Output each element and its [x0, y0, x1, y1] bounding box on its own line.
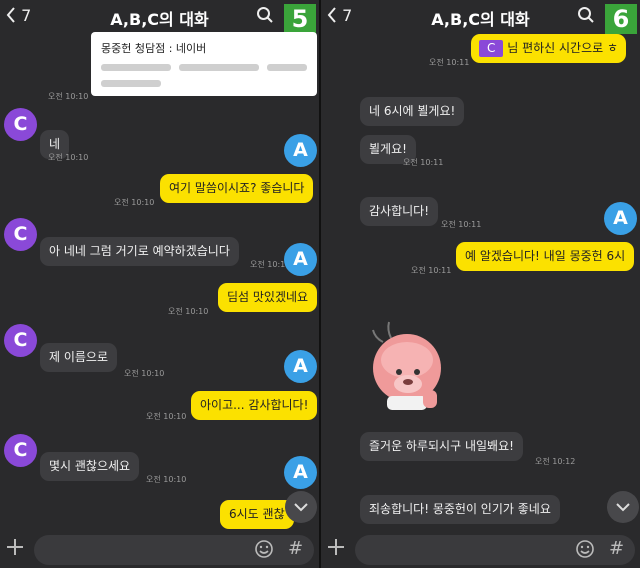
message-bubble: 딤섬 맛있겠네요 — [218, 283, 318, 312]
timestamp: 오전 10:10 — [114, 198, 155, 207]
link-preview-card[interactable]: 몽중헌 청담점 : 네이버 — [91, 32, 317, 96]
message-bubble: 6시도 괜찮 — [220, 500, 294, 529]
message-bubble: 아 네네 그럼 거기로 예약하겠습니다 — [40, 237, 239, 266]
step-badge: 6 — [605, 4, 637, 34]
avatar-a[interactable]: A — [284, 243, 317, 276]
avatar-c[interactable]: C — [4, 434, 37, 467]
message-bubble: 네 6시에 뵐게요! — [360, 97, 465, 126]
timestamp: 오전 10:10 — [168, 307, 209, 316]
message-bubble: C 님 편하신 시간으로 ㅎ — [471, 34, 627, 63]
timestamp: 오전 10:10 — [48, 92, 89, 101]
avatar-c[interactable]: C — [4, 218, 37, 251]
avatar-c[interactable]: C — [4, 108, 37, 141]
timestamp: 오전 10:11 — [441, 220, 482, 229]
timestamp: 오전 10:10 — [146, 412, 187, 421]
chat-header: 7 A,B,C의 대화 — [0, 0, 319, 36]
link-preview-title: 몽중헌 청담점 : 네이버 — [101, 42, 207, 55]
message-input[interactable]: # — [355, 535, 635, 565]
hashtag-button[interactable]: # — [288, 538, 303, 559]
message-bubble: 죄송합니다! 몽중헌이 인기가 좋네요 — [360, 495, 560, 524]
avatar-a[interactable]: A — [284, 350, 317, 383]
avatar-a[interactable]: A — [284, 456, 317, 489]
timestamp: 오전 10:10 — [124, 369, 165, 378]
blurred-text — [179, 64, 259, 71]
message-bubble: 아이고... 감사합니다! — [191, 391, 318, 420]
message-bubble: 제 이름으로 — [40, 343, 118, 372]
chevron-down-icon — [616, 503, 630, 512]
emoji-icon[interactable] — [254, 539, 274, 563]
timestamp: 오전 10:10 — [146, 475, 187, 484]
plus-icon[interactable] — [6, 538, 24, 560]
input-area: # — [321, 532, 640, 568]
message-text: 님 편하신 시간으로 ㅎ — [507, 41, 619, 55]
step-badge: 5 — [284, 4, 316, 34]
emoji-icon[interactable] — [575, 539, 595, 563]
chevron-down-icon — [294, 503, 308, 512]
blurred-text — [267, 64, 307, 71]
avatar-a[interactable]: A — [604, 202, 637, 235]
timestamp: 오전 10:11 — [429, 58, 470, 67]
message-bubble: 감사합니다! — [360, 197, 439, 226]
timestamp: 오전 10:12 — [535, 457, 576, 466]
blurred-text — [101, 64, 171, 71]
mention-chip: C — [479, 40, 504, 57]
chat-pane-left: 7 A,B,C의 대화 5 몽중헌 청담점 : 네이버 오전 10:10 C 네… — [0, 0, 319, 568]
message-bubble: 몇시 괜찮으세요 — [40, 452, 140, 481]
chat-pane-right: 7 A,B,C의 대화 6 C 님 편하신 시간으로 ㅎ 오전 10:11 네 … — [321, 0, 640, 568]
avatar-c[interactable]: C — [4, 324, 37, 357]
message-input[interactable]: # — [34, 535, 314, 565]
timestamp: 오전 10:10 — [48, 153, 89, 162]
timestamp: 오전 10:11 — [411, 266, 452, 275]
emoticon-sticker — [365, 320, 455, 415]
blurred-text — [101, 80, 161, 87]
search-icon[interactable] — [256, 6, 274, 28]
chat-header: 7 A,B,C의 대화 — [321, 0, 640, 36]
timestamp: 오전 10:11 — [403, 158, 444, 167]
message-bubble: 즐거운 하루되시구 내일봬요! — [360, 432, 523, 461]
hashtag-button[interactable]: # — [609, 538, 624, 559]
search-icon[interactable] — [577, 6, 595, 28]
scroll-down-button[interactable] — [607, 491, 639, 523]
message-bubble: 여기 말씀이시죠? 좋습니다 — [160, 174, 314, 203]
plus-icon[interactable] — [327, 538, 345, 560]
input-area: # — [0, 532, 319, 568]
message-bubble: 예 알겠습니다! 내일 몽중헌 6시 — [456, 242, 635, 271]
avatar-a[interactable]: A — [284, 134, 317, 167]
scroll-down-button[interactable] — [285, 491, 317, 523]
